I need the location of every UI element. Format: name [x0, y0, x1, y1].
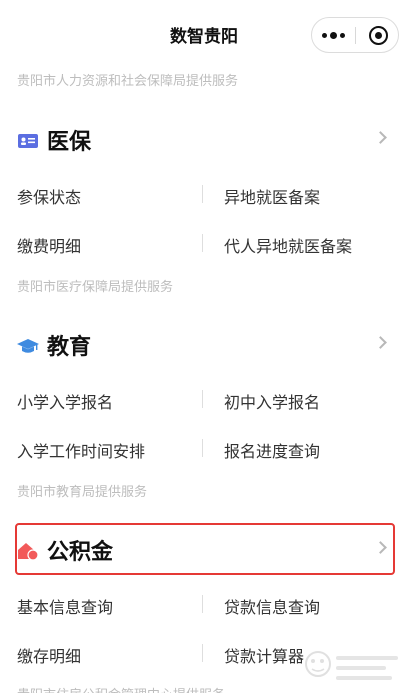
- service-link[interactable]: 小学入学报名: [17, 389, 113, 413]
- provider-note: 贵阳市医疗保障局提供服务: [17, 280, 174, 295]
- id-card-icon: [18, 134, 38, 148]
- divider: [202, 595, 203, 613]
- section-header-housing-fund[interactable]: 公积金: [17, 527, 395, 575]
- section-title: 教育: [47, 335, 92, 360]
- service-link[interactable]: 贷款计算器: [224, 643, 304, 667]
- mini-program-capsule: [311, 17, 399, 53]
- close-target-icon[interactable]: [369, 26, 388, 45]
- service-link[interactable]: 缴费明细: [17, 233, 81, 257]
- chevron-right-icon[interactable]: [374, 131, 387, 144]
- divider: [202, 185, 203, 203]
- section-title: 公积金: [47, 540, 114, 565]
- service-link[interactable]: 初中入学报名: [224, 389, 320, 413]
- service-link[interactable]: 代人异地就医备案: [224, 233, 352, 257]
- service-link[interactable]: 参保状态: [17, 184, 81, 208]
- service-link[interactable]: 基本信息查询: [17, 594, 113, 618]
- watermark-icon: [305, 651, 398, 680]
- service-link[interactable]: 报名进度查询: [224, 438, 320, 462]
- divider: [202, 390, 203, 408]
- service-link[interactable]: 缴存明细: [17, 643, 81, 667]
- section-header-education[interactable]: 教育: [17, 322, 395, 370]
- capsule-divider: [355, 27, 356, 44]
- divider: [202, 439, 203, 457]
- graduation-cap-icon: [17, 339, 39, 353]
- provider-note: 贵阳市人力资源和社会保障局提供服务: [17, 74, 239, 89]
- divider: [202, 644, 203, 662]
- service-link[interactable]: 入学工作时间安排: [17, 438, 145, 462]
- provider-note: 贵阳市教育局提供服务: [17, 485, 148, 500]
- chevron-right-icon[interactable]: [374, 541, 387, 554]
- more-menu-icon[interactable]: [312, 18, 355, 52]
- divider: [202, 234, 203, 252]
- section-title: 医保: [47, 130, 92, 155]
- chevron-right-icon[interactable]: [374, 336, 387, 349]
- service-link[interactable]: 异地就医备案: [224, 184, 320, 208]
- house-icon: [18, 543, 39, 561]
- top-bar: 数智贵阳: [0, 0, 408, 70]
- service-link[interactable]: 贷款信息查询: [224, 594, 320, 618]
- provider-note: 贵阳市住房公积金管理中心提供服务: [17, 684, 225, 693]
- section-header-medical-insurance[interactable]: 医保: [17, 117, 395, 165]
